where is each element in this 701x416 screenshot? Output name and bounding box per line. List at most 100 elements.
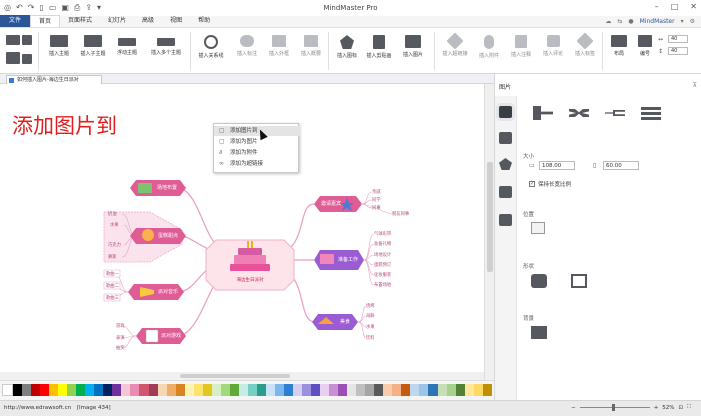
insert-boundary-button[interactable]: 插入外框 bbox=[262, 32, 296, 57]
picture-width-input[interactable]: 108.00 bbox=[539, 161, 575, 170]
background-picture-icon[interactable] bbox=[531, 326, 547, 339]
zoom-slider[interactable] bbox=[579, 404, 650, 411]
scissors-icon[interactable] bbox=[22, 35, 32, 45]
color-swatch[interactable] bbox=[338, 384, 348, 396]
color-swatch[interactable] bbox=[184, 384, 194, 396]
color-swatch[interactable] bbox=[58, 384, 68, 396]
color-swatch[interactable] bbox=[220, 384, 230, 396]
insert-callout-button[interactable]: 插入标注 bbox=[230, 32, 264, 57]
topic-label-games[interactable]: 派对游戏 bbox=[158, 330, 184, 342]
menu-slides[interactable]: 幻灯片 bbox=[100, 15, 134, 27]
color-swatch[interactable] bbox=[274, 384, 284, 396]
share-icon[interactable]: ⇆ bbox=[617, 18, 622, 25]
color-swatch[interactable] bbox=[238, 384, 248, 396]
color-swatch[interactable] bbox=[311, 384, 321, 396]
new-file-icon[interactable]: ▯ bbox=[39, 3, 43, 13]
undo-icon[interactable]: ↶ bbox=[16, 3, 23, 13]
color-swatch[interactable] bbox=[85, 384, 95, 396]
menu-item-add-as-hyperlink[interactable]: ∞ 添加为超链接 bbox=[214, 159, 300, 169]
color-swatch[interactable] bbox=[157, 384, 167, 396]
color-swatch[interactable] bbox=[419, 384, 429, 396]
horizontal-scrollbar[interactable] bbox=[0, 372, 484, 380]
center-topic-label[interactable]: 海边生日派对 bbox=[222, 277, 278, 283]
subtopic-label[interactable]: 海鲜 bbox=[366, 313, 375, 319]
insert-multiple-topics-button[interactable]: 插入多个主题 bbox=[146, 32, 186, 56]
close-icon[interactable]: ✕ bbox=[690, 2, 697, 11]
insert-tag-button[interactable]: 插入标签 bbox=[568, 32, 602, 57]
subtopic-label[interactable]: 气球彩带 bbox=[374, 231, 391, 237]
shape-fill-icon[interactable] bbox=[531, 274, 547, 288]
color-swatch[interactable] bbox=[76, 384, 86, 396]
redo-icon[interactable]: ↷ bbox=[28, 3, 35, 13]
tree-layout-icon[interactable] bbox=[531, 106, 557, 120]
color-swatch[interactable] bbox=[347, 384, 357, 396]
color-swatch[interactable] bbox=[49, 384, 59, 396]
color-swatch[interactable] bbox=[392, 384, 402, 396]
copy-icon[interactable] bbox=[6, 52, 20, 64]
subtopic-label[interactable]: 歌曲二 bbox=[106, 283, 119, 289]
subtopic-label[interactable]: 抽奖 bbox=[116, 345, 125, 351]
floating-topic-button[interactable]: 浮动主题 bbox=[110, 32, 144, 56]
subtopic-label[interactable]: 烧烤 bbox=[366, 303, 375, 309]
menu-help[interactable]: 帮助 bbox=[190, 15, 218, 27]
position-icon[interactable] bbox=[531, 222, 545, 234]
color-swatch[interactable] bbox=[283, 384, 293, 396]
color-swatch[interactable] bbox=[320, 384, 330, 396]
subtopic-label[interactable]: 场地设计 bbox=[374, 252, 391, 258]
format-painter-icon[interactable] bbox=[6, 35, 20, 45]
color-swatch[interactable] bbox=[193, 384, 203, 396]
subtopic-label[interactable]: 水果 bbox=[110, 222, 119, 228]
color-swatch[interactable] bbox=[211, 384, 221, 396]
keep-ratio-checkbox[interactable]: ✓ 保持长宽比例 bbox=[529, 180, 571, 188]
fit-page-icon[interactable]: ⊡ bbox=[679, 405, 684, 411]
color-swatch[interactable] bbox=[265, 384, 275, 396]
subtopic-label[interactable]: 布置场地 bbox=[374, 282, 391, 288]
menu-view[interactable]: 视图 bbox=[162, 15, 190, 27]
open-file-icon[interactable]: ▭ bbox=[49, 3, 57, 13]
zoom-slider-knob[interactable] bbox=[611, 404, 615, 411]
insert-subtopic-button[interactable]: 插入子主题 bbox=[76, 32, 110, 57]
color-swatch[interactable] bbox=[256, 384, 266, 396]
color-swatch[interactable] bbox=[401, 384, 411, 396]
settings-icon[interactable]: ⚙ bbox=[690, 18, 695, 25]
insert-picture-button[interactable]: 插入图片 bbox=[396, 32, 430, 58]
dropdown-icon[interactable]: ▾ bbox=[97, 3, 101, 13]
clipart-icon[interactable] bbox=[499, 186, 512, 198]
menu-item-add-as-attachment[interactable]: ∂ 添加为附件 bbox=[214, 148, 300, 158]
brush-icon[interactable] bbox=[499, 106, 512, 118]
minimize-icon[interactable]: – bbox=[655, 2, 659, 11]
color-swatch[interactable] bbox=[446, 384, 456, 396]
save-icon[interactable]: ▣ bbox=[61, 3, 69, 13]
print-icon[interactable]: ⎙ bbox=[74, 3, 80, 13]
color-swatch[interactable] bbox=[356, 384, 366, 396]
subtopic-label[interactable]: 表演 bbox=[116, 335, 125, 341]
topic-label-food[interactable]: 美食 bbox=[334, 316, 356, 328]
color-swatch[interactable] bbox=[464, 384, 474, 396]
color-swatch[interactable] bbox=[329, 384, 339, 396]
insert-clipart-button[interactable]: 插入剪贴画 bbox=[362, 32, 396, 59]
color-swatch[interactable] bbox=[22, 384, 32, 396]
zoom-out-icon[interactable]: − bbox=[571, 405, 576, 411]
topic-label-prep[interactable]: 准备工作 bbox=[334, 254, 362, 266]
menu-file[interactable]: 文件 bbox=[0, 15, 30, 27]
insert-note-button[interactable]: 插入注释 bbox=[504, 32, 538, 58]
horizontal-spacing-input[interactable]: 40 bbox=[668, 35, 688, 43]
color-swatch[interactable] bbox=[166, 384, 176, 396]
zoom-in-icon[interactable]: + bbox=[654, 405, 659, 411]
color-swatch[interactable] bbox=[302, 384, 312, 396]
topic-label-invite[interactable]: 邀请嘉宾 bbox=[318, 198, 344, 210]
insert-relationship-button[interactable]: 插入关系线 bbox=[194, 32, 228, 59]
color-swatch[interactable] bbox=[383, 384, 393, 396]
subtopic-label[interactable]: 化妆服装 bbox=[374, 272, 391, 278]
paste-icon[interactable] bbox=[22, 54, 32, 64]
menu-advanced[interactable]: 高级 bbox=[134, 15, 162, 27]
color-swatch[interactable] bbox=[13, 384, 23, 396]
cloud-icon[interactable]: ☁ bbox=[605, 18, 611, 25]
color-swatch[interactable] bbox=[112, 384, 122, 396]
subtopic-label[interactable]: 饮料 bbox=[366, 335, 375, 341]
topic-label-music[interactable]: 派对音乐 bbox=[154, 286, 182, 298]
vertical-scrollbar[interactable] bbox=[484, 84, 494, 380]
color-swatch[interactable] bbox=[31, 384, 41, 396]
color-swatch[interactable] bbox=[482, 384, 492, 396]
subtopic-label[interactable]: 同学 bbox=[372, 197, 381, 203]
